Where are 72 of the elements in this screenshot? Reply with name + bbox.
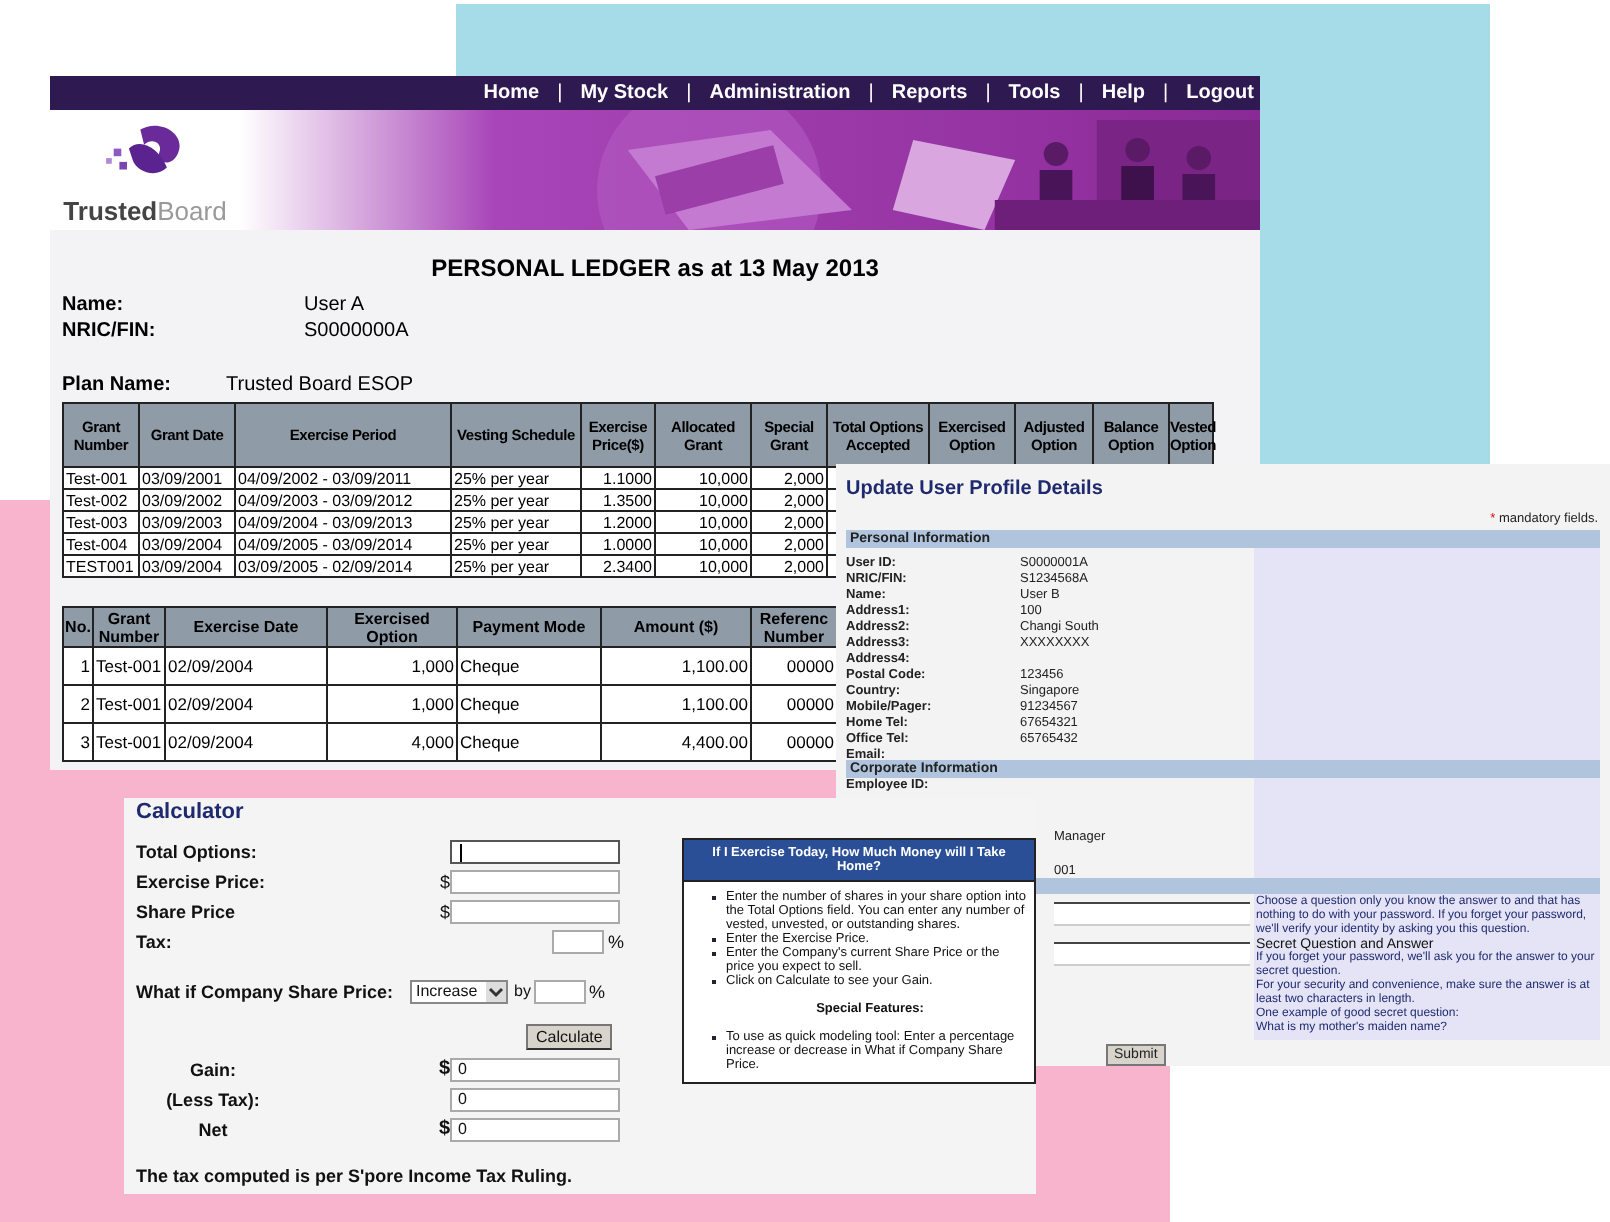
table-cell: 3 <box>63 723 93 761</box>
logo-text: TrustedBoard <box>63 193 227 229</box>
ledger-title: PERSONAL LEDGER as at 13 May 2013 <box>431 252 879 286</box>
field-value: User A <box>304 292 365 320</box>
currency-label: $ <box>439 872 450 892</box>
currency-label: $ <box>439 902 450 922</box>
nav-separator: | <box>1163 80 1169 108</box>
profile-title: Update User Profile Details <box>846 478 1103 500</box>
table-cell: 4,400.00 <box>601 723 751 761</box>
field-label: Name: <box>62 292 126 320</box>
column-header: Amount ($) <box>601 607 751 647</box>
column-header: No. <box>63 607 93 647</box>
input-field[interactable]: 0 <box>450 1058 620 1082</box>
column-header: Grant Number <box>93 607 165 647</box>
input-field[interactable] <box>450 870 620 894</box>
nav-separator: | <box>686 80 692 108</box>
text-field[interactable] <box>1054 902 1250 926</box>
table-cell: Test-001 <box>93 723 165 761</box>
text-field[interactable] <box>1054 942 1250 966</box>
table-cell: TEST001 <box>63 555 139 577</box>
field-value: Trusted Board ESOP <box>226 372 414 400</box>
nav-link[interactable]: Logout <box>1186 78 1254 108</box>
field-label: Exercise Price: <box>136 872 268 892</box>
table-cell: 03/09/2005 - 02/09/2014 <box>235 555 451 577</box>
nav-link[interactable]: Reports <box>891 78 968 108</box>
field-label: NRIC/FIN: <box>62 318 158 346</box>
table-cell: 2.3400 <box>581 555 655 577</box>
table-cell: 4,000 <box>327 723 457 761</box>
currency-label: $ <box>438 1120 450 1140</box>
select-field[interactable]: Increase <box>410 980 508 1004</box>
table-cell: 2,000 <box>751 555 827 577</box>
column-header: Referenc Number <box>751 607 837 647</box>
input-field[interactable] <box>534 980 587 1004</box>
nav-separator: | <box>985 80 991 108</box>
table-cell: 25% per year <box>451 555 581 577</box>
nav-separator: | <box>557 80 563 108</box>
calculate-button[interactable]: Calculate <box>526 1024 613 1050</box>
percent-label: % <box>608 932 620 952</box>
field-label: Plan Name: <box>62 372 173 400</box>
nav-link[interactable]: Home <box>483 78 540 108</box>
input-field[interactable] <box>450 840 620 864</box>
nav-link[interactable]: Help <box>1101 78 1146 108</box>
nav-separator: | <box>868 80 874 108</box>
chevron-down-icon <box>486 982 506 1002</box>
field-value: S0000000A <box>304 318 409 346</box>
nav-link[interactable]: Tools <box>1008 78 1061 108</box>
nav-link[interactable]: My Stock <box>580 78 669 108</box>
nav-link[interactable]: Administration <box>709 78 851 108</box>
column-header: Payment Mode <box>457 607 601 647</box>
column-header: Exercise Date <box>165 607 327 647</box>
nav-separator: | <box>1078 80 1084 108</box>
field-label: Tax: <box>136 932 174 952</box>
table-cell: 02/09/2004 <box>165 723 327 761</box>
field-label: (Less Tax): <box>166 1090 260 1110</box>
table-cell: Cheque <box>457 723 601 761</box>
field-label: What if Company Share Price: <box>136 982 396 1002</box>
input-field[interactable] <box>450 900 620 924</box>
table-cell: 03/09/2004 <box>139 555 235 577</box>
by-label: by <box>514 982 531 1002</box>
input-field[interactable]: 0 <box>450 1088 620 1112</box>
field-label: Total Options: <box>136 842 259 862</box>
footer-note: The tax computed is per S'pore Income Tax Ruling. <box>136 1166 573 1186</box>
field-label: Net <box>198 1120 228 1140</box>
percent-label: % <box>588 982 605 1002</box>
currency-label: $ <box>438 1060 450 1080</box>
column-header: Exercised Option <box>327 607 457 647</box>
field-label: Gain: <box>189 1060 236 1080</box>
calculator-title: Calculator <box>136 800 244 824</box>
field-label: Share Price <box>136 902 238 922</box>
input-field[interactable]: 0 <box>450 1118 620 1142</box>
input-field[interactable] <box>552 930 604 954</box>
table-cell: 10,000 <box>655 555 751 577</box>
